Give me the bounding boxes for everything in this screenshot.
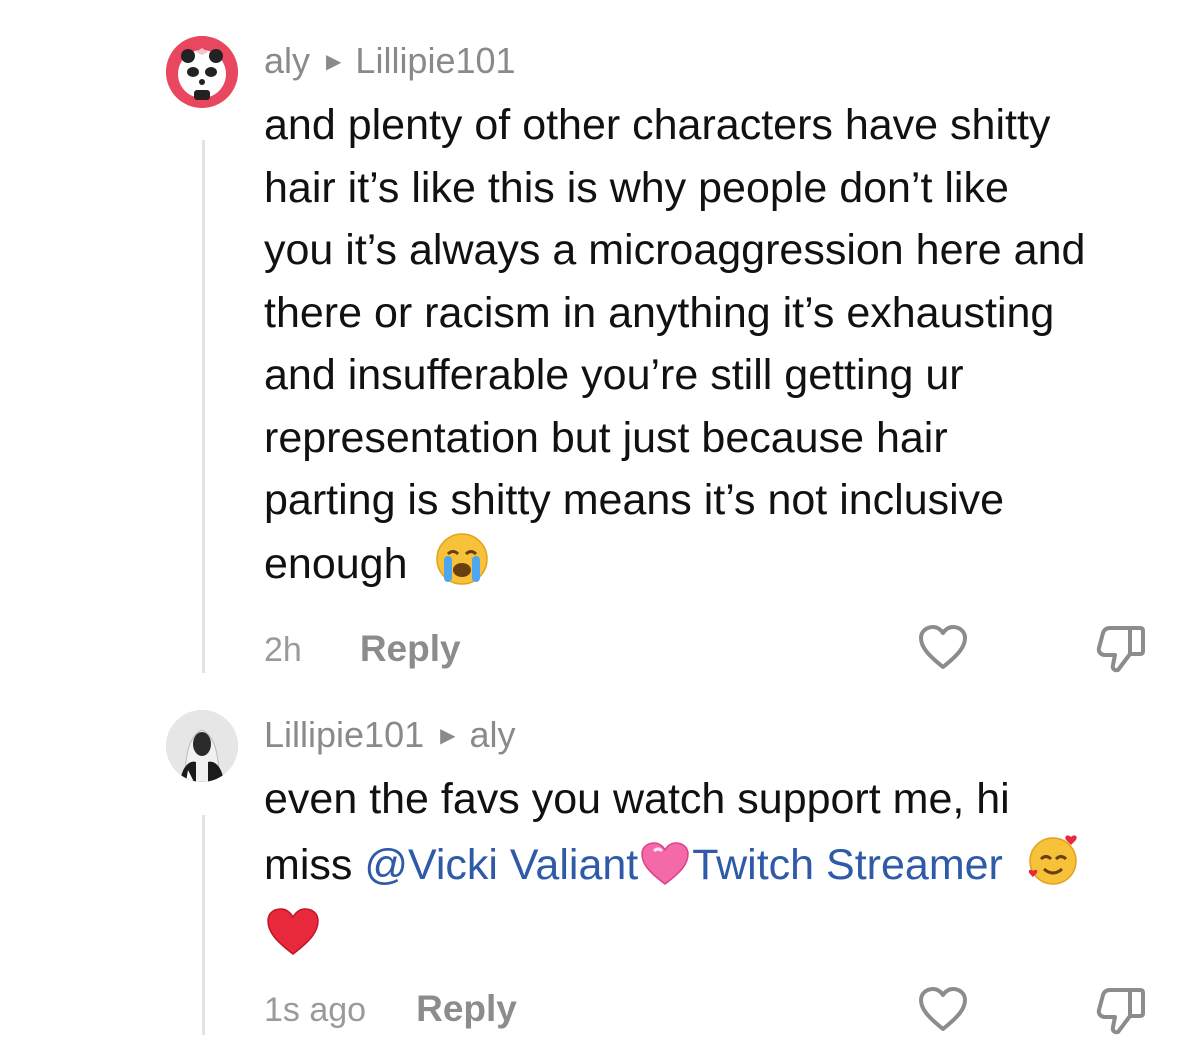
comment-header: Lillipie101 ▶ aly bbox=[264, 714, 516, 756]
comment-text: and plenty of other characters have shit… bbox=[264, 94, 1184, 603]
comment-meta: 1s ago Reply bbox=[264, 988, 517, 1030]
mention-link[interactable]: @Vicki Valiant bbox=[364, 841, 638, 889]
comment-header: aly ▶ Lillipie101 bbox=[264, 40, 516, 82]
comment-line: representation but just because hair bbox=[264, 413, 948, 462]
comment-line-last: enough bbox=[264, 532, 1184, 604]
comment-line: there or racism in anything it’s exhaust… bbox=[264, 288, 1055, 337]
comment-text: even the favs you watch support me, hi m… bbox=[264, 768, 1184, 975]
crying-face-emoji bbox=[435, 532, 489, 604]
comment-line: and insufferable you’re still getting ur bbox=[264, 351, 964, 399]
comment-text-fragment: miss bbox=[264, 840, 365, 889]
thread-line bbox=[202, 140, 205, 673]
comment-line: you it’s always a microaggression here a… bbox=[264, 226, 1086, 274]
heart-outline-icon[interactable] bbox=[918, 625, 968, 676]
red-heart-emoji bbox=[266, 907, 320, 975]
pink-heart-emoji bbox=[640, 841, 690, 905]
reply-to-name[interactable]: aly bbox=[470, 714, 516, 756]
reply-arrow-icon: ▶ bbox=[440, 724, 456, 747]
avatar[interactable] bbox=[166, 36, 238, 108]
comment-line: miss @Vicki Valiant Twitch Streamer bbox=[264, 831, 1184, 905]
heart-outline-icon[interactable] bbox=[918, 987, 968, 1038]
comment-line: and plenty of other characters have shit… bbox=[264, 101, 1051, 149]
comment-line: hair it’s like this is why people don’t … bbox=[264, 163, 1009, 212]
reply-button[interactable]: Reply bbox=[360, 628, 461, 670]
author-name[interactable]: Lillipie101 bbox=[264, 714, 424, 756]
timestamp: 1s ago bbox=[264, 991, 367, 1029]
author-name[interactable]: aly bbox=[264, 40, 310, 82]
thumbs-down-icon[interactable] bbox=[1096, 624, 1146, 679]
reply-to-name[interactable]: Lillipie101 bbox=[355, 40, 515, 82]
smiling-hearts-emoji bbox=[1025, 831, 1081, 905]
avatar[interactable] bbox=[166, 710, 238, 782]
thread-line bbox=[202, 815, 205, 1035]
mention-link[interactable]: Twitch Streamer bbox=[692, 841, 1003, 889]
reply-button[interactable]: Reply bbox=[416, 988, 517, 1030]
timestamp: 2h bbox=[264, 631, 302, 669]
comment-line bbox=[264, 904, 1184, 975]
comment-line: even the favs you watch support me, hi bbox=[264, 775, 1010, 823]
comment-line: enough bbox=[264, 539, 408, 588]
comment-line: parting is shitty means it’s not inclusi… bbox=[264, 476, 1005, 524]
reply-arrow-icon: ▶ bbox=[326, 50, 342, 73]
comment-meta: 2h Reply bbox=[264, 628, 461, 670]
thumbs-down-icon[interactable] bbox=[1096, 986, 1146, 1041]
